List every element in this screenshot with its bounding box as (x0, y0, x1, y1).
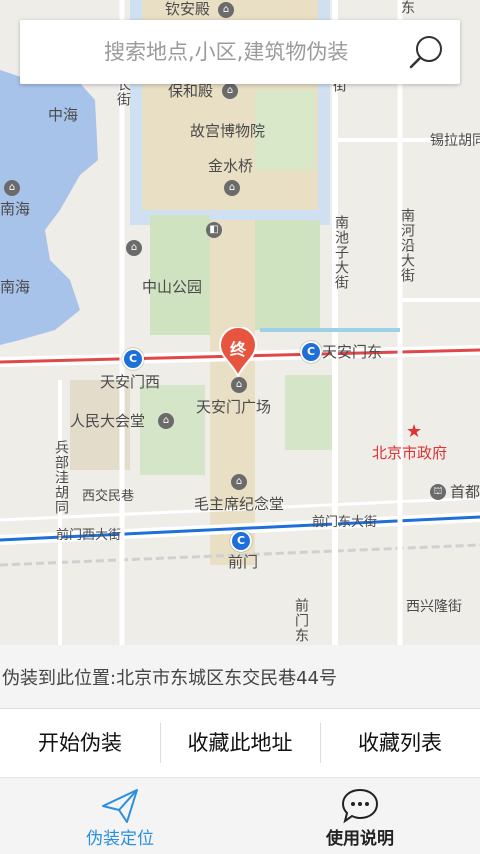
search-icon[interactable] (408, 33, 446, 71)
start-spoof-button[interactable]: 开始伪装 (0, 709, 160, 777)
chat-bubble-icon (341, 788, 379, 824)
tab-label: 使用说明 (326, 829, 394, 849)
marker-label: 终 (229, 340, 246, 359)
favorites-list-button[interactable]: 收藏列表 (320, 709, 480, 777)
landmark-icon: ⌂ (222, 83, 238, 99)
map-label-tiananmen-xi: 天安门西 (100, 373, 161, 391)
landmark-icon: ⌂ (126, 240, 142, 256)
landmark-icon: ⌂ (218, 2, 234, 18)
landmark-icon: ⌂ (231, 377, 247, 393)
hotel-icon: ⛫ (430, 484, 446, 500)
map-label-zhongshan: 中山公园 (142, 278, 203, 296)
map-label-bubu: 兵部洼胡同 (53, 440, 69, 515)
tab-instructions[interactable]: 使用说明 (240, 778, 480, 854)
map-label-xilahu: 锡拉胡同 (430, 133, 480, 149)
tab-label: 伪装定位 (86, 829, 154, 849)
map-label-qianmen: 前门 (228, 553, 259, 571)
government-star-icon: ★ (406, 421, 423, 442)
landmark-icon: ⌂ (4, 180, 20, 196)
map-label-zhonghai: 中海 (48, 106, 79, 124)
metro-station-icon: C (300, 341, 322, 363)
search-input[interactable] (20, 20, 400, 84)
map-label-xixinglong: 西兴隆街 (406, 599, 462, 615)
landmark-icon: ⌂ (224, 180, 240, 196)
search-bar[interactable] (20, 20, 460, 84)
landmark-icon: ⌂ (158, 413, 174, 429)
landmark-icon: ⌂ (231, 474, 247, 490)
map-label-nanheyan: 南河沿大街 (399, 208, 415, 283)
map-label-qianmen-dong-v: 前门东 (293, 598, 309, 643)
favorite-address-button[interactable]: 收藏此地址 (160, 709, 320, 777)
map-label-nanhai: 南海 (0, 200, 31, 218)
map-label-tiananmen-square: 天安门广场 (196, 398, 272, 416)
map-label-maozhuxi: 毛主席纪念堂 (194, 495, 285, 513)
metro-station-icon: C (230, 530, 252, 552)
map-label-tiananmen-dong: 天安门东 (322, 343, 383, 361)
tab-spoof-location[interactable]: 伪装定位 (0, 778, 240, 854)
map-label-dong: 东 (399, 0, 415, 15)
map-label-renmin: 人民大会堂 (70, 412, 146, 430)
map-label-qianmen-dong: 前门东大街 (312, 515, 378, 530)
address-text: 伪装到此位置:北京市东城区东交民巷44号 (2, 668, 337, 689)
map-view[interactable]: 钦安殿 ⌂ 保和殿 ⌂ 故宫博物院 金水桥 ⌂ ◧ 中海 ⌂ 南海 南海 ⌂ 中… (0, 0, 480, 645)
map-label-xijiaomin: 西交民巷 (82, 489, 135, 504)
action-bar: 开始伪装 收藏此地址 收藏列表 (0, 709, 480, 777)
map-label-beijing-gov: 北京市政府 (372, 444, 448, 462)
bottom-tab-bar: 伪装定位 使用说明 (0, 777, 480, 854)
map-label-nanhai-2: 南海 (0, 278, 31, 296)
metro-station-icon: C (122, 348, 144, 370)
map-label-shoudu: 首都 (450, 483, 480, 501)
paper-plane-icon (102, 789, 138, 823)
address-bar: 伪装到此位置:北京市东城区东交民巷44号 (0, 645, 480, 709)
map-label-gugong: 故宫博物院 (190, 122, 266, 140)
map-label-jinshuiqiao: 金水桥 (208, 157, 254, 175)
map-label-baohedian: 保和殿 (168, 82, 214, 100)
map-label-qianmen-xi: 前门西大街 (56, 528, 122, 543)
destination-marker[interactable]: 终 (218, 327, 258, 377)
map-label-nanchizi: 南池子大街 (333, 215, 349, 290)
map-label-qinandian: 钦安殿 (165, 0, 211, 18)
gate-icon: ◧ (206, 222, 222, 238)
